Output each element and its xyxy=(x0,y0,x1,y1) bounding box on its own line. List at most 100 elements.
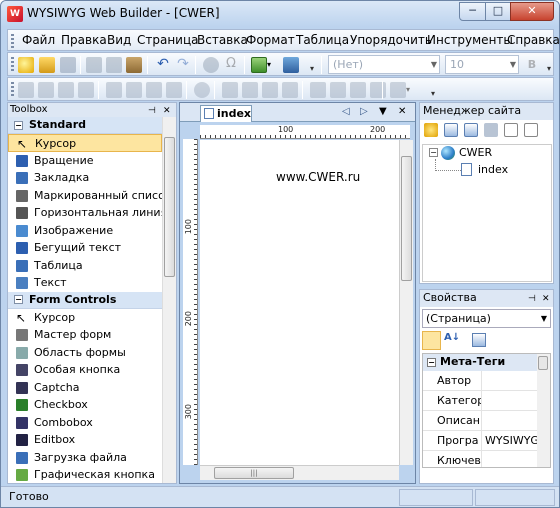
image-tool-icon[interactable] xyxy=(390,82,406,98)
close-icon[interactable]: ✕ xyxy=(398,106,406,117)
minimize-button[interactable]: ─ xyxy=(459,2,486,21)
property-row[interactable]: Категор xyxy=(423,391,550,411)
toolbar-grip-icon[interactable] xyxy=(11,57,14,73)
align-center-icon[interactable] xyxy=(38,82,54,98)
menu-arrange[interactable]: Упорядочить xyxy=(350,33,432,47)
maximize-button[interactable]: □ xyxy=(485,2,511,21)
page-canvas[interactable]: www.CWER.ru xyxy=(200,140,399,465)
bold-icon[interactable]: B xyxy=(524,57,540,73)
toolbox-item[interactable]: Изображение xyxy=(8,222,176,240)
send-back-icon[interactable] xyxy=(126,82,142,98)
property-value[interactable] xyxy=(481,451,537,467)
pencil-icon[interactable] xyxy=(222,82,238,98)
toolbox-category[interactable]: − Standard xyxy=(8,117,176,134)
new-page-icon[interactable] xyxy=(424,123,438,137)
menu-table[interactable]: Таблица xyxy=(296,33,349,47)
folder-icon[interactable] xyxy=(484,123,498,137)
menu-help[interactable]: Справка xyxy=(507,33,559,47)
new-icon[interactable] xyxy=(18,57,34,73)
copy-icon[interactable] xyxy=(106,57,122,73)
toolbox-item[interactable]: ↖ Курсор xyxy=(8,134,162,152)
object-selector[interactable]: (Страница) ▼ xyxy=(422,309,551,328)
toolbar-overflow-icon[interactable]: ▾ xyxy=(431,89,435,98)
menu-file[interactable]: Файл xyxy=(22,33,55,47)
same-size-icon[interactable] xyxy=(262,82,278,98)
close-button[interactable]: ✕ xyxy=(510,2,554,21)
menu-edit[interactable]: Правка xyxy=(61,33,107,47)
canvas-vertical-scrollbar[interactable] xyxy=(399,140,413,465)
page-settings-icon[interactable] xyxy=(524,123,538,137)
categorized-icon[interactable] xyxy=(422,331,441,350)
property-row[interactable]: ПрограWYSIWYG V xyxy=(423,431,550,451)
tree-collapse-icon[interactable]: − xyxy=(429,148,438,157)
column-insert-icon[interactable] xyxy=(350,82,366,98)
toolbox-item[interactable]: Маркированный список xyxy=(8,187,176,205)
toolbox-item[interactable]: Captcha xyxy=(8,379,176,397)
toolbox-item[interactable]: Загрузка файла xyxy=(8,449,176,467)
pin-icon[interactable]: ⊣ xyxy=(528,291,536,307)
toolbox-item[interactable]: Checkbox xyxy=(8,396,176,414)
menu-view[interactable]: Вид xyxy=(107,33,131,47)
toolbar-overflow-icon[interactable]: ▾ xyxy=(547,64,551,73)
special-char-icon[interactable]: Ω xyxy=(223,57,239,73)
toolbox-item[interactable]: Закладка xyxy=(8,169,176,187)
property-value[interactable] xyxy=(481,371,537,390)
canvas-text-object[interactable]: www.CWER.ru xyxy=(276,170,360,184)
property-category[interactable]: − Мета-Теги xyxy=(423,354,550,371)
toolbar-grip-icon[interactable] xyxy=(11,82,14,98)
property-row[interactable]: Автор xyxy=(423,371,550,391)
toolbox-item[interactable]: Область формы xyxy=(8,344,176,362)
toolbox-scroll-thumb[interactable] xyxy=(164,137,175,277)
toolbox-item[interactable]: Горизонтальная линия xyxy=(8,204,176,222)
canvas-vertical-thumb[interactable] xyxy=(401,156,412,281)
align-right-icon[interactable] xyxy=(58,82,74,98)
canvas-horizontal-thumb[interactable]: ||| xyxy=(214,467,294,479)
canvas-horizontal-scrollbar[interactable]: ||| xyxy=(200,465,399,480)
menu-tools[interactable]: Инструменты xyxy=(427,33,513,47)
align-objects-icon[interactable] xyxy=(146,82,162,98)
image-tool-dropdown-icon[interactable]: ▾ xyxy=(406,82,415,98)
tab-prev-icon[interactable]: ◁ xyxy=(342,106,350,117)
duplicate-page-icon[interactable] xyxy=(464,123,478,137)
tab-list-icon[interactable]: ▼ xyxy=(379,106,387,117)
toolbox-item[interactable]: Таблица xyxy=(8,257,176,275)
cut-icon[interactable] xyxy=(86,57,102,73)
property-scroll-thumb[interactable] xyxy=(538,356,548,370)
page-properties-icon[interactable] xyxy=(504,123,518,137)
close-icon[interactable]: ✕ xyxy=(542,291,550,307)
toolbox-item[interactable]: Combobox xyxy=(8,414,176,432)
sort-alpha-icon[interactable]: A↓ xyxy=(444,332,460,343)
font-size-select[interactable]: 10 ▼ xyxy=(445,55,519,74)
toolbox-item[interactable]: Особая кнопка xyxy=(8,361,176,379)
open-folder-icon[interactable] xyxy=(39,57,55,73)
resize-icon[interactable] xyxy=(242,82,258,98)
merge-cells-icon[interactable] xyxy=(370,82,386,98)
redo-icon[interactable]: ↷ xyxy=(175,57,191,73)
row-insert-icon[interactable] xyxy=(330,82,346,98)
property-row[interactable]: Описан xyxy=(423,411,550,431)
toolbox-item[interactable]: Мастер форм xyxy=(8,326,176,344)
align-left-icon[interactable] xyxy=(18,82,34,98)
property-value[interactable]: WYSIWYG V xyxy=(481,431,537,450)
toolbox-item[interactable]: Editbox xyxy=(8,431,176,449)
preview-icon[interactable] xyxy=(251,57,267,73)
save-icon[interactable] xyxy=(60,57,76,73)
add-page-icon[interactable] xyxy=(444,123,458,137)
toolbox-item[interactable]: Текст xyxy=(8,274,176,292)
menu-format[interactable]: Формат xyxy=(246,33,295,47)
toolbox-scrollbar[interactable] xyxy=(162,117,176,483)
collapse-icon[interactable]: − xyxy=(427,358,436,367)
table-insert-icon[interactable] xyxy=(310,82,326,98)
menu-grip-icon[interactable] xyxy=(11,34,14,50)
property-row[interactable]: Ключев xyxy=(423,451,550,467)
tree-item-page[interactable]: index xyxy=(478,163,508,176)
tab-next-icon[interactable]: ▷ xyxy=(360,106,368,117)
toolbox-item[interactable]: Вращение xyxy=(8,152,176,170)
collapse-icon[interactable]: − xyxy=(14,295,23,304)
group-icon[interactable] xyxy=(194,82,210,98)
toolbox-category[interactable]: − Form Controls xyxy=(8,291,176,309)
toolbox-item[interactable]: Бегущий текст xyxy=(8,239,176,257)
pin-icon[interactable]: ⊣ xyxy=(148,104,156,118)
menu-page[interactable]: Страница xyxy=(137,33,199,47)
align-justify-icon[interactable] xyxy=(78,82,94,98)
